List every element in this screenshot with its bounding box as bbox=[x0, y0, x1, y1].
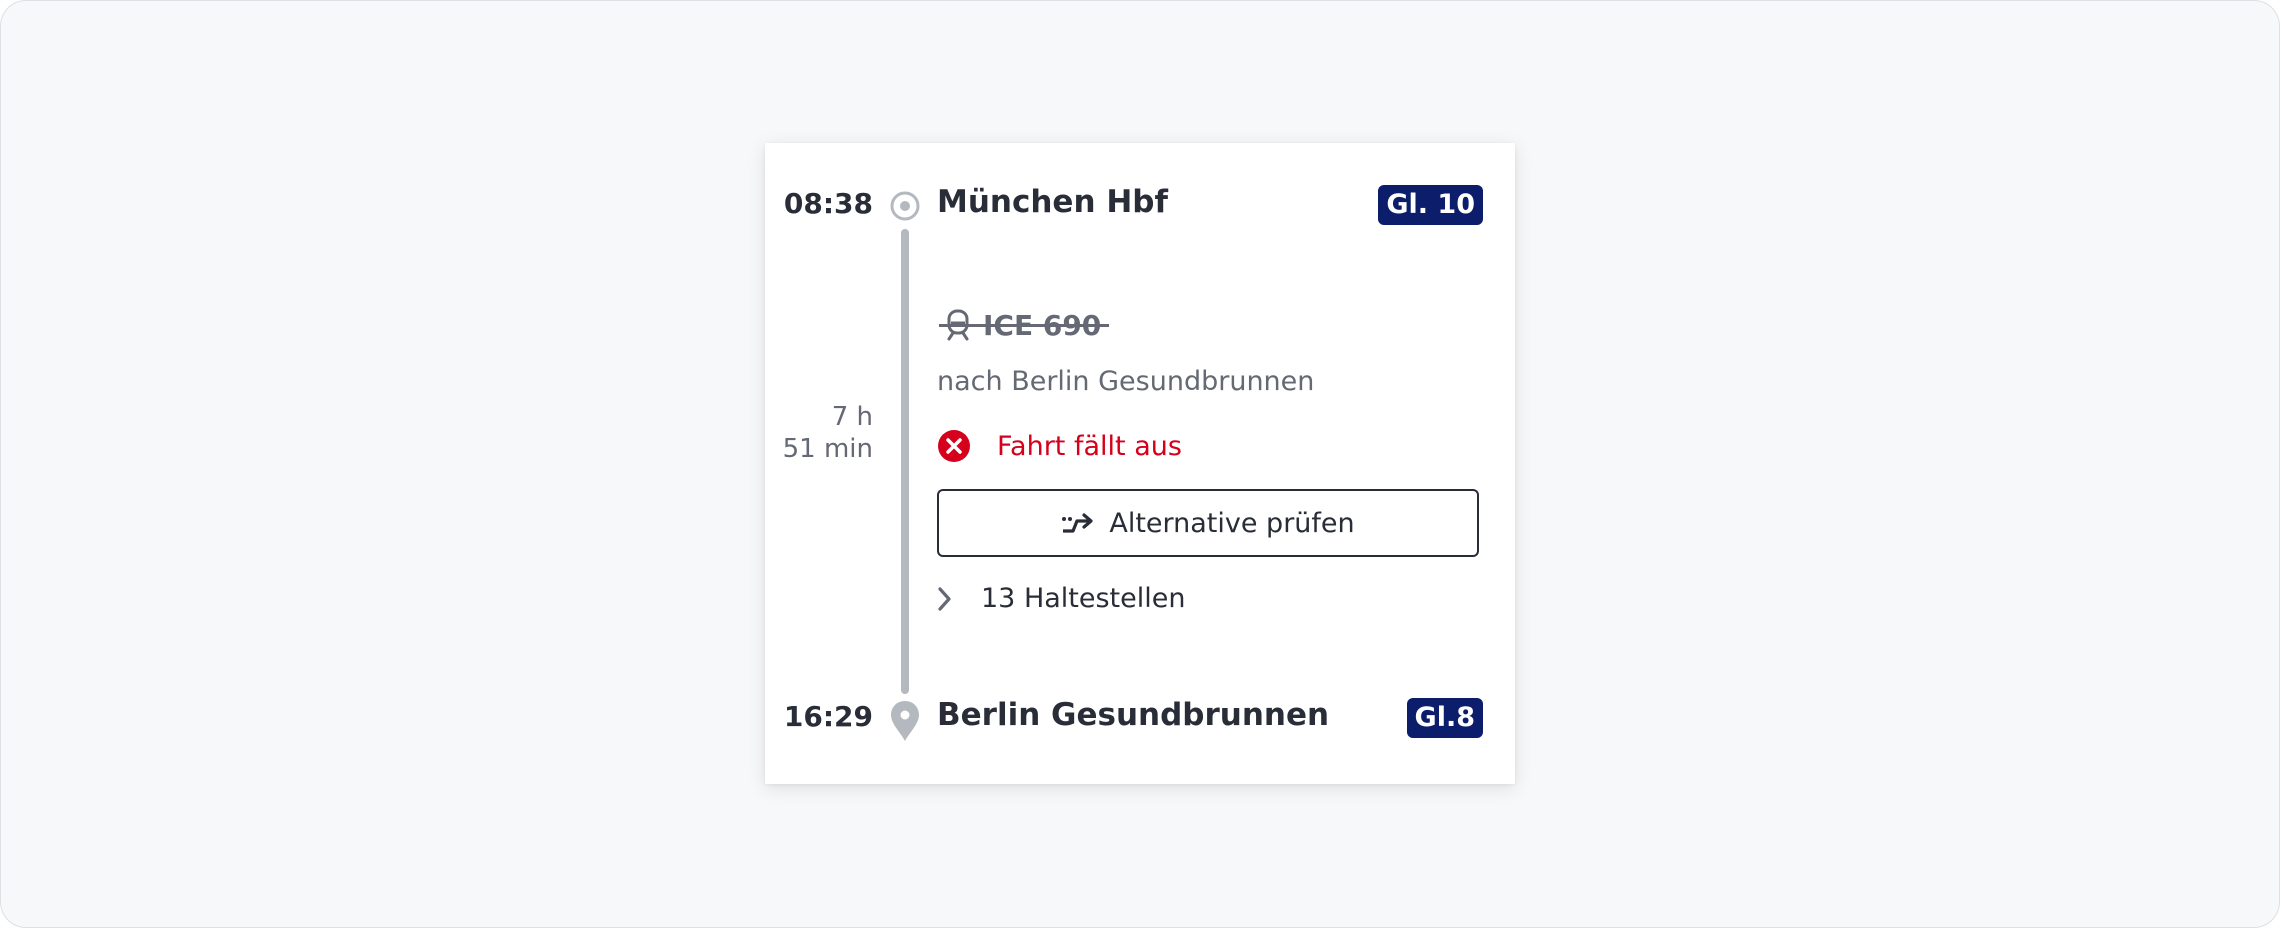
duration-hours: 7 h bbox=[831, 402, 873, 432]
cancellation-text: Fahrt fällt aus bbox=[997, 430, 1182, 462]
check-alternative-label: Alternative prüfen bbox=[1109, 507, 1355, 539]
departure-station: München Hbf bbox=[937, 184, 1168, 220]
page-background: 08:38 7 h 51 min 16:29 München Hbf Gl. 1… bbox=[0, 0, 2280, 928]
check-alternative-button[interactable]: Alternative prüfen bbox=[937, 489, 1479, 557]
chevron-right-icon bbox=[938, 586, 951, 611]
stops-label: 13 Haltestellen bbox=[981, 583, 1186, 614]
journey-card: 08:38 7 h 51 min 16:29 München Hbf Gl. 1… bbox=[765, 143, 1515, 784]
departure-track-badge: Gl. 10 bbox=[1378, 185, 1483, 225]
journey-duration: 7 h 51 min bbox=[783, 401, 873, 465]
departure-station-icon bbox=[890, 191, 920, 221]
time-column: 08:38 7 h 51 min 16:29 bbox=[765, 143, 873, 784]
cancel-icon bbox=[938, 430, 970, 462]
arrival-station: Berlin Gesundbrunnen bbox=[937, 697, 1330, 733]
arrival-track-badge: Gl.8 bbox=[1406, 698, 1483, 738]
journey-timeline bbox=[901, 229, 909, 694]
duration-minutes: 51 min bbox=[782, 434, 873, 464]
stops-expander[interactable]: 13 Haltestellen bbox=[937, 583, 1185, 614]
cancelled-train: ICE 690 bbox=[939, 309, 1110, 342]
arrival-time: 16:29 bbox=[783, 700, 873, 733]
alternative-route-icon bbox=[1062, 513, 1093, 533]
train-info: ICE 690 bbox=[939, 303, 1110, 347]
train-destination: nach Berlin Gesundbrunnen bbox=[937, 366, 1315, 397]
strikethrough-line bbox=[939, 324, 1110, 327]
destination-pin-icon bbox=[891, 701, 919, 741]
departure-time: 08:38 bbox=[783, 187, 873, 220]
cancellation-status: Fahrt fällt aus bbox=[937, 429, 1182, 463]
